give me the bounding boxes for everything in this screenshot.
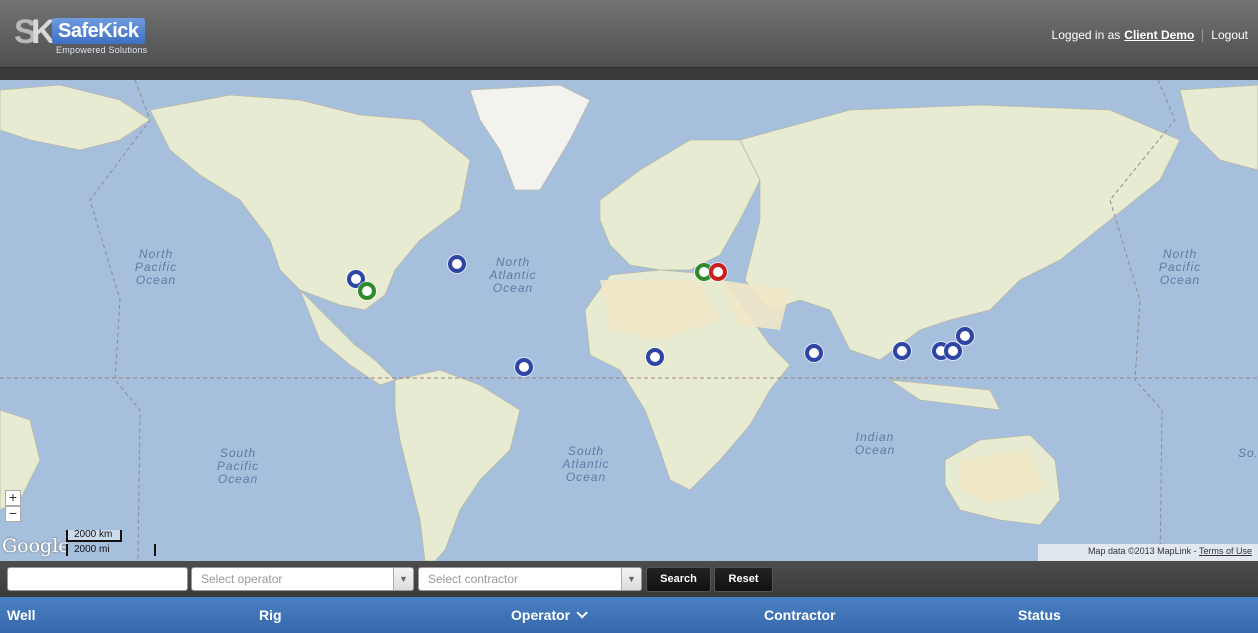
zoom-control: + − (5, 490, 21, 522)
ocean-label: South Atlantic Ocean (562, 444, 610, 484)
reset-button[interactable]: Reset (714, 567, 773, 592)
well-marker-blue[interactable] (448, 255, 466, 273)
ocean-label: North Pacific Ocean (134, 247, 178, 287)
column-label: Well (7, 607, 36, 623)
well-marker-blue[interactable] (805, 344, 823, 362)
operator-select-placeholder: Select operator (201, 572, 283, 586)
logo-tagline: Empowered Solutions (56, 45, 148, 55)
well-marker-green[interactable] (358, 282, 376, 300)
dropdown-arrow-icon: ▼ (393, 568, 413, 590)
divider (1202, 28, 1204, 42)
ocean-label: South Pacific Ocean (216, 446, 260, 486)
column-label: Status (1018, 607, 1061, 623)
filter-bar: Select operator ▼ Select contractor ▼ Se… (0, 561, 1258, 597)
logout-link[interactable]: Logout (1211, 28, 1248, 42)
sk-logo-icon: S K (14, 13, 56, 51)
zoom-out-button[interactable]: − (5, 506, 21, 522)
ocean-label: North Pacific Ocean (1158, 247, 1202, 287)
column-header-rig[interactable]: Rig (259, 607, 282, 623)
well-search-input[interactable] (7, 567, 188, 591)
column-header-contractor[interactable]: Contractor (764, 607, 836, 623)
map-attribution: Map data ©2013 MapLink - Terms of Use (1037, 544, 1258, 561)
user-profile-link[interactable]: Client Demo (1124, 28, 1194, 42)
app-header: S K SafeKick Empowered Solutions Logged … (0, 0, 1258, 68)
logged-in-label: Logged in as (1051, 28, 1121, 42)
search-button[interactable]: Search (646, 567, 711, 592)
dropdown-arrow-icon: ▼ (621, 568, 641, 590)
attribution-text: Map data ©2013 MapLink - (1087, 546, 1199, 556)
safekick-logo[interactable]: S K SafeKick Empowered Solutions (14, 10, 156, 56)
well-marker-blue[interactable] (944, 342, 962, 360)
contractor-select-placeholder: Select contractor (428, 572, 519, 586)
well-marker-blue[interactable] (956, 327, 974, 345)
logo-wordmark: SafeKick (52, 18, 145, 44)
column-header-status[interactable]: Status (1018, 607, 1061, 623)
column-header-well[interactable]: Well (7, 607, 36, 623)
column-label: Operator (511, 607, 571, 623)
terms-of-use-link[interactable]: Terms of Use (1199, 546, 1252, 556)
zoom-in-button[interactable]: + (5, 490, 21, 506)
well-marker-blue[interactable] (515, 358, 533, 376)
operator-select[interactable]: Select operator ▼ (191, 567, 414, 591)
world-map-tiles (0, 80, 1258, 561)
scale-km: 2000 km (66, 530, 122, 542)
well-marker-red[interactable] (709, 263, 727, 281)
wells-table-header: Well Rig Operator Contractor Status (0, 597, 1258, 633)
column-label: Rig (259, 607, 282, 623)
scale-mi: 2000 mi (66, 544, 156, 556)
sort-chevron-down-icon (576, 607, 588, 619)
column-label: Contractor (764, 607, 836, 623)
world-map[interactable]: North Pacific Ocean North Atlantic Ocean… (0, 80, 1258, 561)
well-marker-blue[interactable] (646, 348, 664, 366)
user-bar: Logged in as Client Demo Logout (1052, 28, 1248, 42)
ocean-label: So... (1238, 447, 1258, 460)
well-marker-blue[interactable] (893, 342, 911, 360)
ocean-label: Indian Ocean (854, 430, 896, 457)
google-logo: Google (2, 535, 70, 557)
contractor-select[interactable]: Select contractor ▼ (418, 567, 642, 591)
column-header-operator[interactable]: Operator (511, 607, 588, 623)
ocean-label: North Atlantic Ocean (489, 255, 537, 295)
